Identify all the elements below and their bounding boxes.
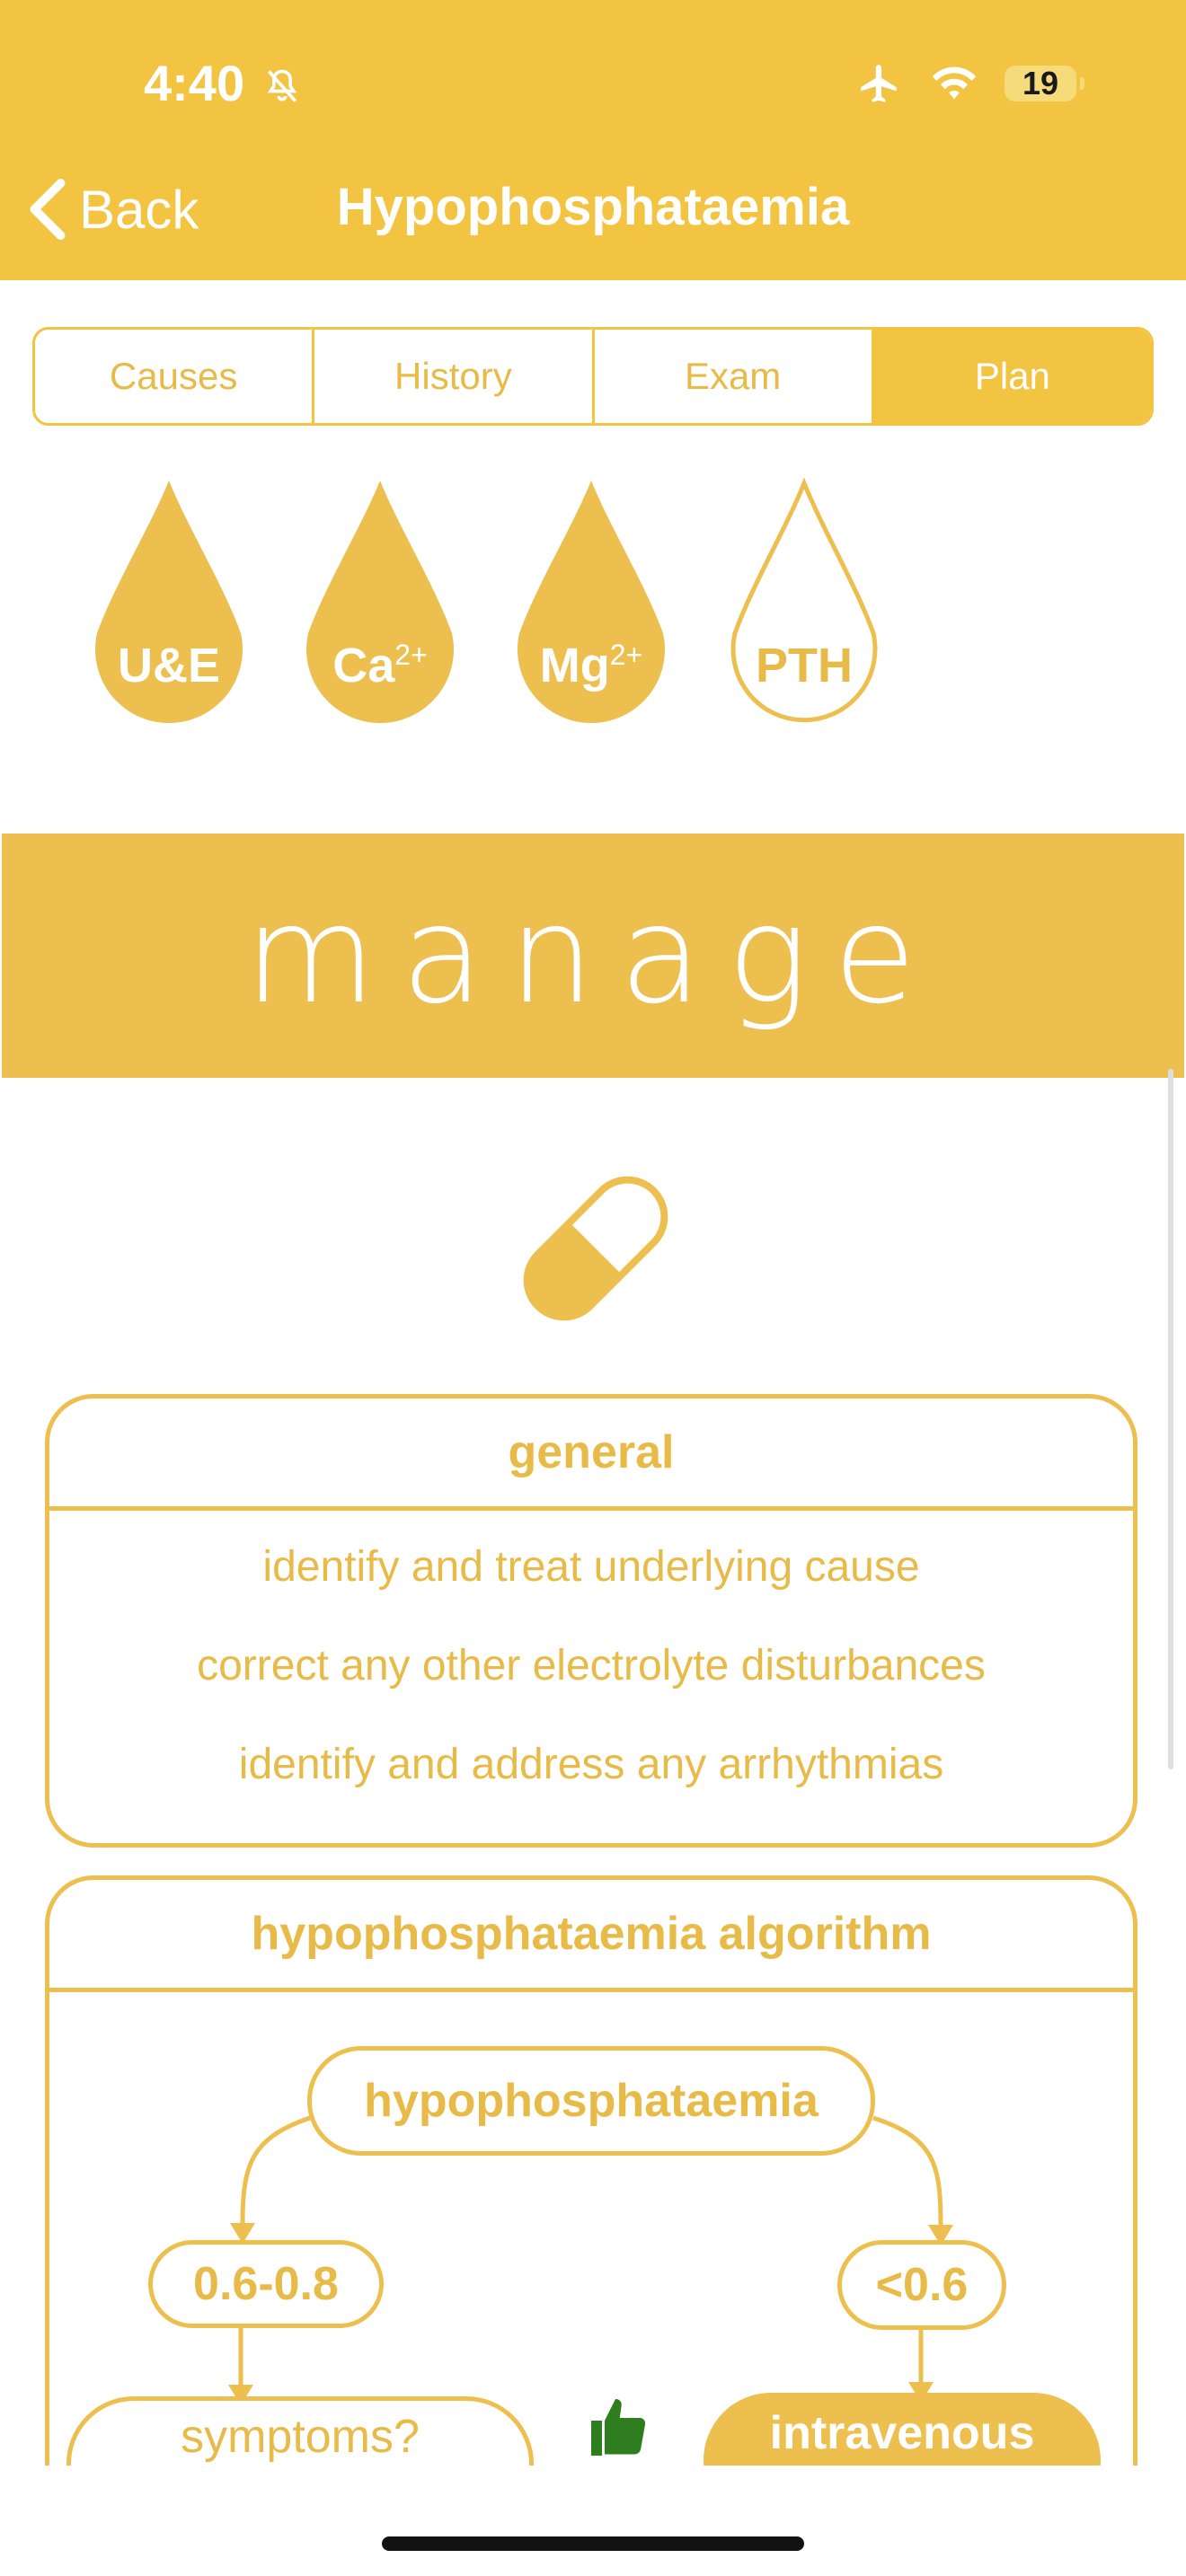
tab-exam[interactable]: Exam bbox=[595, 330, 874, 423]
algorithm-heading: hypophosphataemia algorithm bbox=[49, 1880, 1133, 1992]
blood-drop-icon bbox=[94, 481, 243, 723]
status-time: 4:40 bbox=[144, 55, 245, 111]
algorithm-intravenous-text: intravenous bbox=[769, 2407, 1035, 2459]
manage-banner: manage bbox=[2, 834, 1184, 1078]
airplane-icon bbox=[861, 65, 897, 102]
home-indicator[interactable] bbox=[382, 2536, 804, 2551]
test-calcium-button[interactable]: Ca2+ bbox=[299, 476, 461, 745]
test-magnesium-button[interactable]: Mg2+ bbox=[510, 476, 672, 745]
battery-level: 19 bbox=[1022, 65, 1059, 101]
battery-icon: 19 bbox=[1005, 65, 1084, 101]
bell-slash-icon bbox=[262, 66, 302, 110]
tab-causes[interactable]: Causes bbox=[35, 330, 315, 423]
test-calcium-label: Ca2+ bbox=[299, 638, 461, 693]
algorithm-symptoms-text: symptoms? bbox=[181, 2411, 420, 2463]
algorithm-intravenous-node: intravenous bbox=[704, 2393, 1101, 2466]
blood-drop-icon bbox=[730, 477, 878, 723]
thumbs-up-icon bbox=[586, 2391, 651, 2466]
scroll-indicator[interactable] bbox=[1168, 1069, 1173, 1769]
algorithm-severe-node: <0.6 bbox=[837, 2240, 1006, 2330]
tab-plan[interactable]: Plan bbox=[873, 330, 1151, 423]
general-item: identify and treat underlying cause bbox=[262, 1543, 920, 1591]
pill-icon bbox=[501, 1154, 690, 1347]
page-title: Hypophosphataemia bbox=[336, 178, 850, 236]
algorithm-mild-node: 0.6-0.8 bbox=[148, 2240, 384, 2328]
algorithm-mild-text: 0.6-0.8 bbox=[193, 2258, 339, 2310]
blood-drop-icon bbox=[518, 481, 665, 723]
algorithm-root-node: hypophosphataemia bbox=[307, 2046, 875, 2156]
test-ue-label: U&E bbox=[117, 639, 220, 693]
test-calcium-charge: 2+ bbox=[394, 639, 428, 671]
test-calcium-symbol: Ca bbox=[332, 639, 395, 693]
screen-content: 4:40 19 Back Hypophosphataemia Causes Hi… bbox=[0, 0, 1186, 2466]
test-pth-button[interactable]: PTH bbox=[723, 476, 885, 745]
test-ue-button[interactable]: U&E bbox=[88, 476, 250, 745]
manage-banner-text: manage bbox=[244, 878, 942, 1034]
test-pth-label: PTH bbox=[756, 639, 853, 693]
test-magnesium-label: Mg2+ bbox=[510, 638, 672, 693]
general-item: correct any other electrolyte disturbanc… bbox=[197, 1642, 986, 1689]
wifi-icon bbox=[932, 66, 977, 100]
algorithm-root-text: hypophosphataemia bbox=[364, 2075, 819, 2127]
test-magnesium-charge: 2+ bbox=[609, 639, 643, 671]
system-icons: 19 bbox=[855, 61, 1084, 106]
blood-drop-icon bbox=[306, 481, 454, 723]
section-tabs: Causes History Exam Plan bbox=[32, 327, 1154, 426]
test-magnesium-symbol: Mg bbox=[539, 639, 610, 693]
general-card: general identify and treat underlying ca… bbox=[45, 1394, 1137, 1848]
general-item: identify and address any arrhythmias bbox=[238, 1741, 944, 1788]
tab-history[interactable]: History bbox=[314, 330, 595, 423]
general-heading: general bbox=[49, 1398, 1133, 1511]
algorithm-severe-text: <0.6 bbox=[875, 2259, 969, 2311]
algorithm-symptoms-node: symptoms? bbox=[66, 2396, 534, 2466]
